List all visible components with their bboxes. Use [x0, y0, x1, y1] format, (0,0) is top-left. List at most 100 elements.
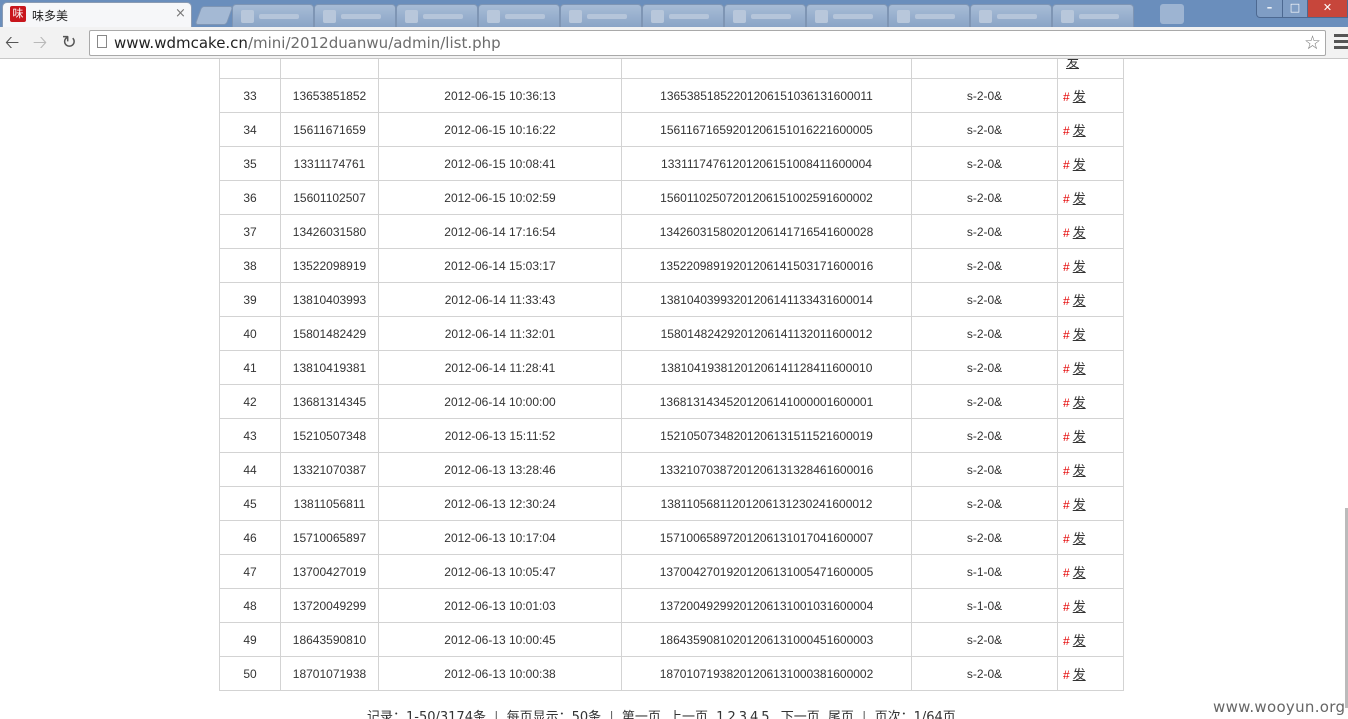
- phone-number: 18643590810: [280, 622, 379, 657]
- order-code: 18701071938201206131000381600002: [621, 656, 912, 691]
- send-link[interactable]: 发: [1073, 464, 1086, 479]
- first-page-link[interactable]: 第一页: [622, 710, 661, 719]
- type-code: s-2-0&: [911, 350, 1058, 385]
- hash-link[interactable]: #: [1063, 464, 1070, 478]
- window-maximize-button[interactable]: □: [1282, 0, 1308, 18]
- hash-link[interactable]: #: [1063, 192, 1070, 206]
- arrow-right-icon: 🡢: [32, 32, 48, 53]
- reload-button[interactable]: ↻: [58, 32, 80, 54]
- row-number: 35: [219, 146, 281, 181]
- window-close-button[interactable]: ✕: [1307, 0, 1348, 18]
- order-code: 18643590810201206131000451600003: [621, 622, 912, 657]
- send-link[interactable]: 发: [1066, 59, 1079, 71]
- tab-inactive[interactable]: [396, 4, 478, 27]
- tab-inactive[interactable]: [642, 4, 724, 27]
- order-code: 13321070387201206131328461600016: [621, 452, 912, 487]
- hash-link[interactable]: #: [1063, 566, 1070, 580]
- tab-inactive[interactable]: [888, 4, 970, 27]
- send-link[interactable]: 发: [1073, 532, 1086, 547]
- hash-link[interactable]: #: [1063, 532, 1070, 546]
- hash-link[interactable]: #: [1063, 430, 1070, 444]
- send-link[interactable]: 发: [1073, 328, 1086, 343]
- type-code: s-1-0&: [911, 588, 1058, 623]
- send-link[interactable]: 发: [1073, 566, 1086, 581]
- tab-inactive[interactable]: [724, 4, 806, 27]
- row-number: 50: [219, 656, 281, 691]
- tab-active[interactable]: 味 味多美 ×: [2, 2, 192, 27]
- page-number-link[interactable]: 1: [716, 710, 724, 719]
- send-link[interactable]: 发: [1073, 294, 1086, 309]
- hash-link[interactable]: #: [1063, 498, 1070, 512]
- send-link[interactable]: 发: [1073, 634, 1086, 649]
- actions-cell: # 发: [1057, 180, 1124, 215]
- row-number: 46: [219, 520, 281, 555]
- back-button[interactable]: 🡠: [1, 32, 23, 54]
- phone-number: 15611671659: [280, 112, 379, 147]
- page-number-link[interactable]: 3: [739, 710, 747, 719]
- page-number-link[interactable]: 4: [750, 710, 758, 719]
- send-link[interactable]: 发: [1073, 226, 1086, 241]
- order-code: 13810403993201206141133431600014: [621, 282, 912, 317]
- timestamp: 2012-06-14 11:32:01: [378, 316, 622, 351]
- send-link[interactable]: 发: [1073, 90, 1086, 105]
- tab-inactive[interactable]: [1052, 4, 1134, 27]
- hash-link[interactable]: #: [1063, 158, 1070, 172]
- phone-number: 13810403993: [280, 282, 379, 317]
- tab-close-icon[interactable]: ×: [175, 6, 186, 21]
- send-link[interactable]: 发: [1073, 600, 1086, 615]
- prev-page-link[interactable]: 上一页: [669, 710, 708, 719]
- row-number: 45: [219, 486, 281, 521]
- hash-link[interactable]: #: [1063, 260, 1070, 274]
- profile-icon[interactable]: [1160, 4, 1184, 24]
- window-minimize-button[interactable]: –: [1256, 0, 1283, 18]
- send-link[interactable]: 发: [1073, 396, 1086, 411]
- send-link[interactable]: 发: [1073, 498, 1086, 513]
- actions-cell: # 发: [1057, 350, 1124, 385]
- send-link[interactable]: 发: [1073, 362, 1086, 377]
- page-number-link[interactable]: 2: [727, 710, 735, 719]
- order-code: 13426031580201206141716541600028: [621, 214, 912, 249]
- url-text[interactable]: www.wdmcake.cn/mini/2012duanwu/admin/lis…: [114, 34, 501, 52]
- forward-button[interactable]: 🡢: [29, 32, 51, 54]
- tab-inactive[interactable]: [560, 4, 642, 27]
- hash-link[interactable]: #: [1063, 600, 1070, 614]
- tab-inactive[interactable]: [314, 4, 396, 27]
- hash-link[interactable]: #: [1063, 634, 1070, 648]
- page-numbers: 12345: [716, 710, 772, 719]
- records-table: 发 33 13653851852 2012-06-15 10:36:13 136538…: [219, 59, 1124, 691]
- hash-link[interactable]: #: [1063, 362, 1070, 376]
- last-page-link[interactable]: 尾页: [828, 710, 854, 719]
- page-number-link[interactable]: 5: [761, 710, 769, 719]
- menu-icon[interactable]: [1334, 34, 1348, 52]
- timestamp: 2012-06-13 13:28:46: [378, 452, 622, 487]
- timestamp: 2012-06-13 10:17:04: [378, 520, 622, 555]
- row-number: 38: [219, 248, 281, 283]
- order-code: 13311174761201206151008411600004: [621, 146, 912, 181]
- tab-inactive[interactable]: [806, 4, 888, 27]
- hash-link[interactable]: #: [1063, 124, 1070, 138]
- hash-link[interactable]: #: [1063, 90, 1070, 104]
- send-link[interactable]: 发: [1073, 192, 1086, 207]
- hash-link[interactable]: #: [1063, 226, 1070, 240]
- address-bar[interactable]: www.wdmcake.cn/mini/2012duanwu/admin/lis…: [89, 30, 1326, 56]
- tab-inactive[interactable]: [232, 4, 314, 27]
- send-link[interactable]: 发: [1073, 124, 1086, 139]
- send-link[interactable]: 发: [1073, 668, 1086, 683]
- table-row: 36 15601102507 2012-06-15 10:02:59 15601102…: [219, 180, 1124, 215]
- phone-number: 13522098919: [280, 248, 379, 283]
- new-tab-button[interactable]: [194, 6, 234, 25]
- hash-link[interactable]: #: [1063, 294, 1070, 308]
- tab-inactive[interactable]: [478, 4, 560, 27]
- send-link[interactable]: 发: [1073, 430, 1086, 445]
- order-code: 13720049299201206131001031600004: [621, 588, 912, 623]
- next-page-link[interactable]: 下一页: [781, 710, 820, 719]
- tab-inactive[interactable]: [970, 4, 1052, 27]
- send-link[interactable]: 发: [1073, 158, 1086, 173]
- order-code: 13653851852201206151036131600011: [621, 78, 912, 113]
- hash-link[interactable]: #: [1063, 396, 1070, 410]
- hash-link[interactable]: #: [1063, 328, 1070, 342]
- hash-link[interactable]: #: [1063, 668, 1070, 682]
- timestamp: 2012-06-13 10:01:03: [378, 588, 622, 623]
- send-link[interactable]: 发: [1073, 260, 1086, 275]
- star-icon[interactable]: ☆: [1304, 32, 1321, 54]
